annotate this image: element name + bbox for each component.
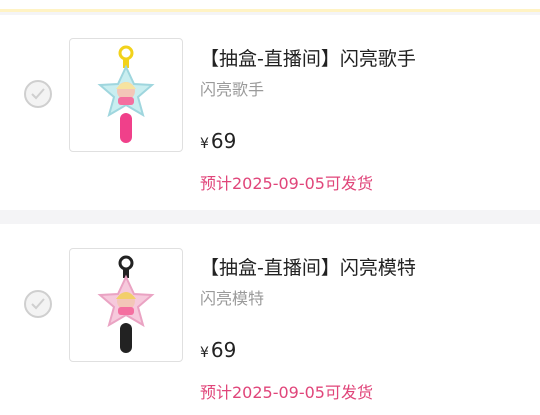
product-image[interactable]: [69, 38, 183, 152]
keychain-star-model-icon: [97, 255, 155, 353]
currency-symbol: ¥: [200, 136, 209, 152]
price-value: 69: [210, 338, 237, 362]
keychain-star-singer-icon: [97, 45, 155, 143]
price-value: 69: [210, 129, 237, 153]
currency-symbol: ¥: [200, 345, 209, 361]
product-title[interactable]: 【抽盒-直播间】闪亮模特: [200, 253, 416, 280]
product-variant: 闪亮模特: [200, 289, 265, 308]
top-strip: [0, 0, 540, 12]
check-icon: [31, 88, 45, 100]
cart-item: 【抽盒-直播间】闪亮歌手 闪亮歌手 ¥69 预计2025-09-05可发货: [0, 15, 540, 210]
product-variant: 闪亮歌手: [200, 80, 265, 99]
check-icon: [31, 298, 45, 310]
notice-bar-edge: [0, 9, 540, 12]
select-checkbox[interactable]: [24, 80, 52, 108]
cart-item: 【抽盒-直播间】闪亮模特 闪亮模特 ¥69 预计2025-09-05可发货: [0, 224, 540, 415]
product-image[interactable]: [69, 248, 183, 362]
product-title[interactable]: 【抽盒-直播间】闪亮歌手: [200, 44, 416, 71]
product-price: ¥69: [200, 338, 236, 362]
product-price: ¥69: [200, 129, 236, 153]
shipping-estimate: 预计2025-09-05可发货: [200, 383, 373, 402]
shipping-estimate: 预计2025-09-05可发货: [200, 174, 373, 193]
select-checkbox[interactable]: [24, 290, 52, 318]
